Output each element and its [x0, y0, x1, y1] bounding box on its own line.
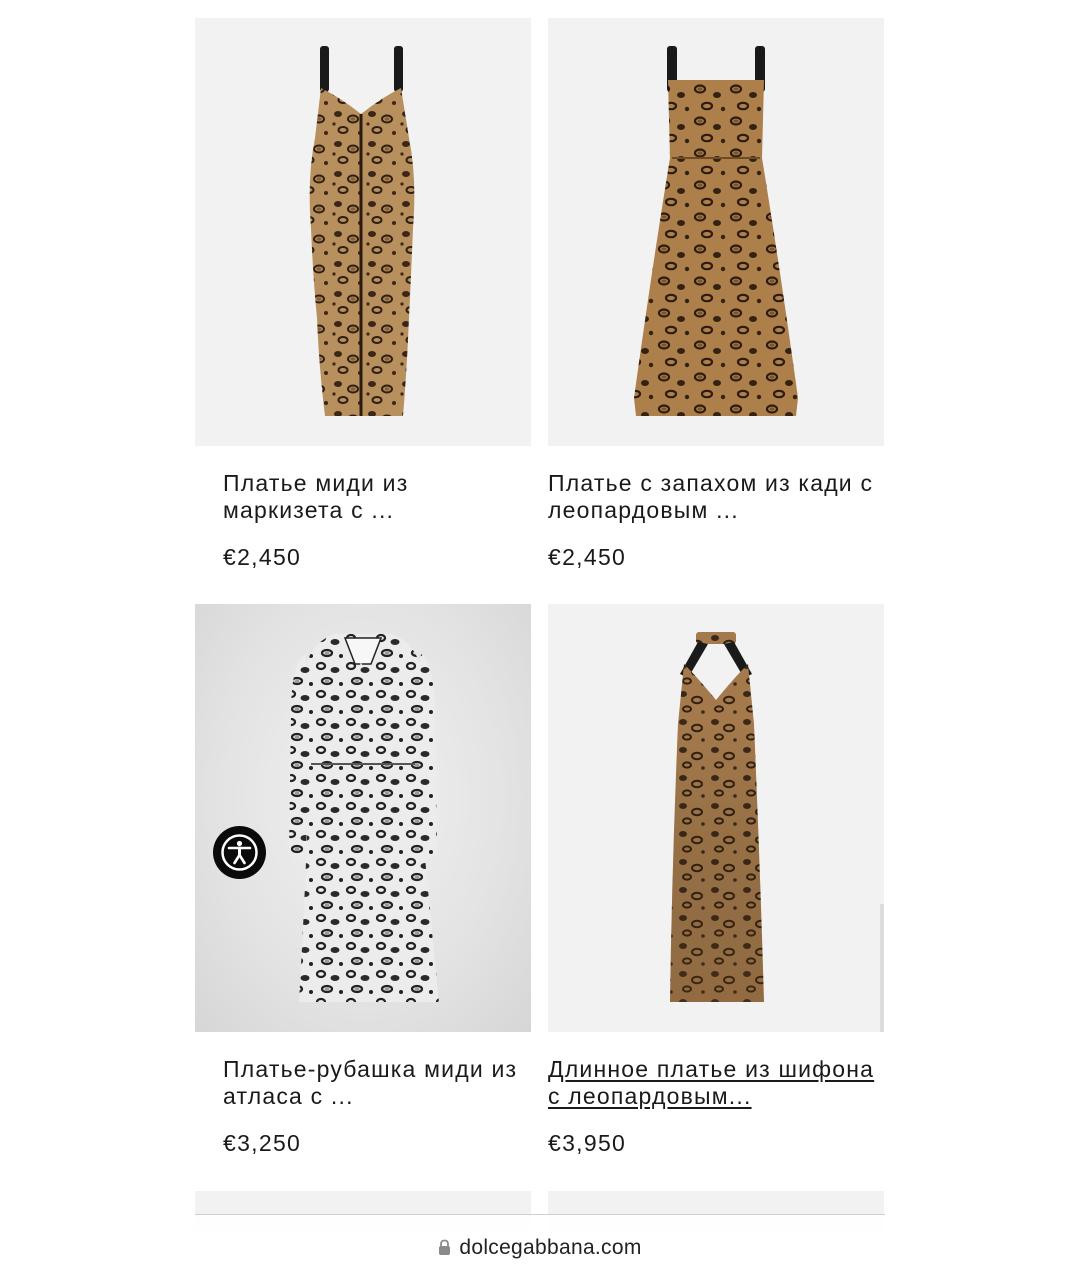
product-image[interactable]	[548, 604, 884, 1032]
product-card[interactable]: Платье-рубашка миди из атласа с ... €3,2…	[195, 604, 531, 1156]
product-title[interactable]: Платье миди из маркизета с ...	[223, 470, 531, 524]
product-info: Платье с запахом из кади с леопардовым .…	[548, 470, 884, 571]
product-price: €2,450	[548, 544, 627, 570]
product-image[interactable]	[548, 18, 884, 446]
divider	[195, 1214, 885, 1215]
product-title[interactable]: Платье с запахом из кади с леопардовым .…	[548, 470, 884, 524]
product-card[interactable]: Длинное платье из шифона с леопардовым..…	[548, 604, 884, 1156]
product-info: Платье миди из маркизета с ... €2,450	[223, 470, 531, 571]
product-card[interactable]: Платье миди из маркизета с ... €2,450	[195, 18, 531, 570]
product-price: €3,950	[548, 1130, 627, 1156]
browser-address-bar[interactable]: dolcegabbana.com	[0, 1214, 1080, 1280]
address-domain: dolcegabbana.com	[459, 1236, 642, 1259]
product-info: Длинное платье из шифона с леопардовым..…	[548, 1056, 884, 1157]
product-image[interactable]	[195, 604, 531, 1032]
product-title[interactable]: Длинное платье из шифона с леопардовым..…	[548, 1056, 884, 1110]
accessibility-icon	[221, 834, 258, 871]
address-display[interactable]: dolcegabbana.com	[0, 1236, 1080, 1262]
accessibility-button[interactable]	[213, 826, 266, 879]
lock-icon	[438, 1238, 451, 1262]
product-card[interactable]: Платье с запахом из кади с леопардовым .…	[548, 18, 884, 570]
product-listing-page: Платье миди из маркизета с ... €2,450 Пл…	[0, 0, 1080, 1280]
product-price: €2,450	[223, 544, 302, 570]
product-title[interactable]: Платье-рубашка миди из атласа с ...	[223, 1056, 531, 1110]
product-info: Платье-рубашка миди из атласа с ... €3,2…	[223, 1056, 531, 1157]
product-image[interactable]	[195, 18, 531, 446]
product-price: €3,250	[223, 1130, 302, 1156]
